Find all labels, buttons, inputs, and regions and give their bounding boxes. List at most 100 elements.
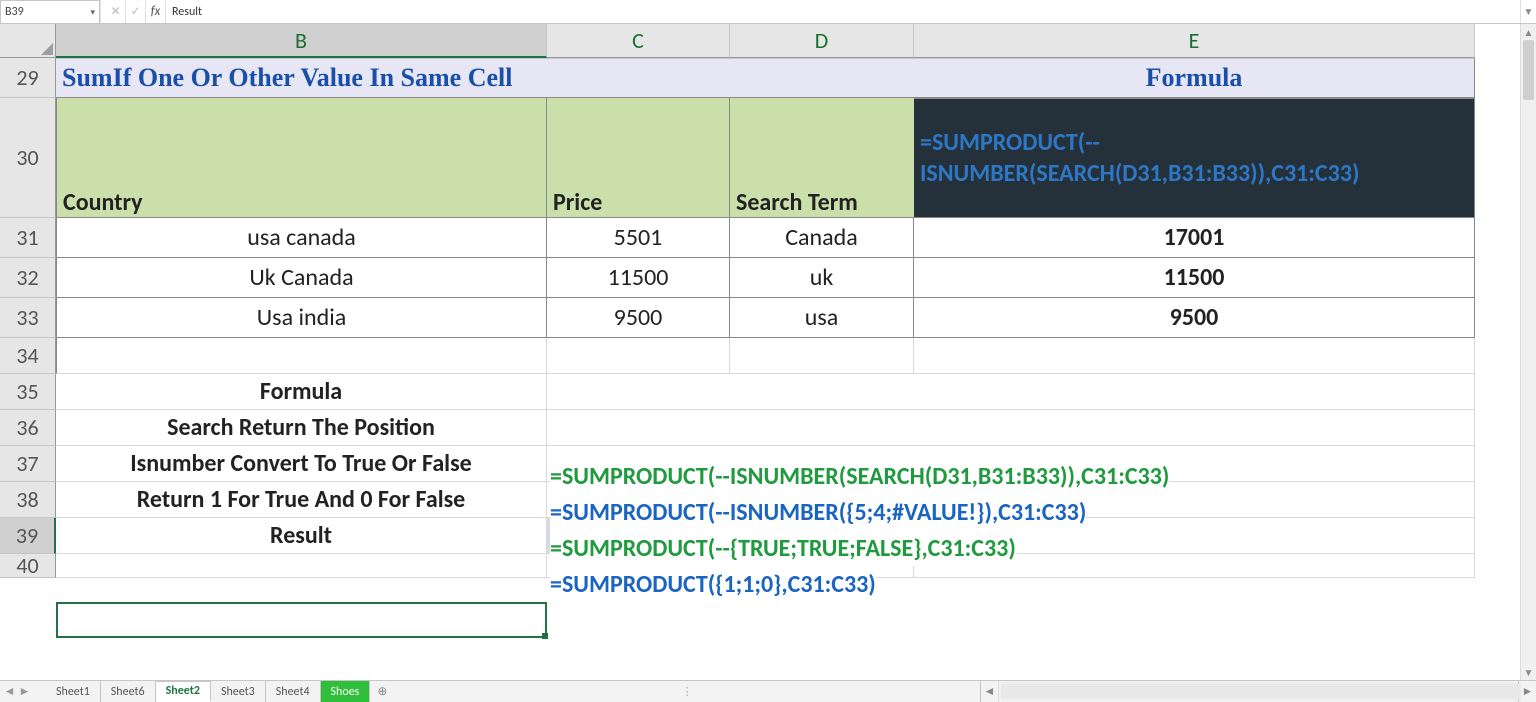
cell-B33[interactable]: Usa india (56, 298, 547, 338)
sheet-tab-label: Sheet1 (56, 685, 90, 699)
row-header-31[interactable]: 31 (0, 218, 56, 258)
cell-B29[interactable]: SumIf One Or Other Value In Same Cell (56, 58, 914, 98)
overflow-C37: =SUMPRODUCT(--{TRUE;TRUE;FALSE},C31:C33) (550, 530, 1016, 566)
cell-B32[interactable]: Uk Canada (56, 258, 547, 298)
sheet-tab-sheet2[interactable]: Sheet2 (156, 681, 211, 702)
scrollbar-thumb[interactable] (1523, 40, 1534, 100)
check-icon: ✓ (130, 4, 140, 19)
header-D: Search Term (736, 188, 858, 217)
sheet-nav-buttons[interactable]: ◄ ► (0, 681, 34, 702)
cell-B38[interactable]: Return 1 For True And 0 For False (56, 482, 547, 518)
row-header-30[interactable]: 30 (0, 98, 56, 218)
sheet-tab-sheet6[interactable]: Sheet6 (101, 681, 156, 702)
cell-E33[interactable]: 9500 (914, 298, 1475, 338)
row-header-37[interactable]: 37 (0, 446, 56, 482)
cell-D31[interactable]: Canada (730, 218, 914, 258)
formula-bar-input[interactable]: Result (166, 0, 1520, 23)
row-header-32[interactable]: 32 (0, 258, 56, 298)
cell-E34[interactable] (914, 338, 1475, 374)
expand-formula-bar-button[interactable]: ▼ (1520, 0, 1536, 23)
row-header-40[interactable]: 40 (0, 554, 56, 578)
cell-E30[interactable]: =SUMPRODUCT(--ISNUMBER(SEARCH(D31,B31:B3… (914, 98, 1475, 218)
horizontal-scrollbar[interactable] (998, 681, 1518, 702)
row-header-38[interactable]: 38 (0, 482, 56, 518)
sheet-tab-label: Shoes (331, 685, 360, 699)
cell-C35[interactable] (547, 374, 1475, 410)
column-header-B[interactable]: B (56, 24, 547, 58)
plus-icon: ⊕ (377, 684, 387, 699)
cell-B37[interactable]: Isnumber Convert To True Or False (56, 446, 547, 482)
sheet-tab-label: Sheet3 (221, 685, 255, 699)
hscroll-left-button[interactable]: ◄ (980, 681, 998, 702)
scrollbar-track[interactable] (1521, 40, 1536, 664)
hscroll-track[interactable] (1001, 684, 1521, 699)
sheet-tab-sheet4[interactable]: Sheet4 (266, 681, 321, 702)
row-header-33[interactable]: 33 (0, 298, 56, 338)
chevron-right-icon: ► (1522, 684, 1534, 699)
cell-value: 5501 (614, 223, 663, 252)
row-header-34[interactable]: 34 (0, 338, 56, 374)
row-header-36[interactable]: 36 (0, 410, 56, 446)
row-header-29[interactable]: 29 (0, 58, 56, 98)
insert-function-button[interactable]: fx (146, 0, 166, 23)
cell-B30[interactable]: Country (56, 98, 547, 218)
cell-E32[interactable]: 11500 (914, 258, 1475, 298)
cell-B34[interactable] (56, 338, 547, 374)
cell-D34[interactable] (730, 338, 914, 374)
cell-value: 9500 (614, 303, 663, 332)
title-right-text: Formula (1146, 63, 1243, 93)
cell-value: Uk Canada (249, 263, 353, 292)
sheet-tab-sheet3[interactable]: Sheet3 (211, 681, 266, 702)
sheet-tab-strip: ◄ ► Sheet1 Sheet6 Sheet2 Sheet3 Sheet4 S… (0, 680, 1536, 702)
header-B: Country (63, 188, 142, 217)
enter-formula-button[interactable]: ✓ (126, 0, 146, 23)
sheet-tab-shoes[interactable]: Shoes (321, 681, 371, 702)
cell-D33[interactable]: usa (730, 298, 914, 338)
cell-B39[interactable]: Result (56, 518, 547, 554)
chevron-left-icon: ◄ (4, 684, 16, 699)
cell-B40[interactable] (56, 554, 547, 578)
row-header-35[interactable]: 35 (0, 374, 56, 410)
cell-value: usa (805, 303, 839, 332)
chevron-down-icon[interactable]: ▾ (90, 7, 95, 18)
scroll-down-button[interactable]: ▼ (1521, 664, 1536, 680)
chevron-left-icon: ◄ (984, 684, 996, 699)
column-header-D[interactable]: D (730, 24, 914, 58)
row-header-39[interactable]: 39 (0, 518, 56, 554)
cell-value: 17001 (1164, 223, 1225, 252)
cell-C32[interactable]: 11500 (547, 258, 730, 298)
cell-value: 11500 (608, 263, 669, 292)
cell-C30[interactable]: Price (547, 98, 730, 218)
cancel-formula-button[interactable]: ✕ (106, 0, 126, 23)
select-all-corner[interactable] (0, 24, 56, 58)
cell-value: Return 1 For True And 0 For False (137, 485, 466, 514)
cell-E31[interactable]: 17001 (914, 218, 1475, 258)
sheet-tab-label: Sheet6 (111, 685, 145, 699)
cell-B36[interactable]: Search Return The Position (56, 410, 547, 446)
cell-C36[interactable] (547, 410, 1475, 446)
formula-bar-row: B39 ▾ ✕ ✓ fx Result ▼ (0, 0, 1536, 24)
cell-value: Usa india (257, 303, 346, 332)
header-C: Price (553, 188, 602, 217)
sheet-tab-sheet1[interactable]: Sheet1 (46, 681, 101, 702)
cell-B31[interactable]: usa canada (56, 218, 547, 258)
cell-D32[interactable]: uk (730, 258, 914, 298)
cell-value: Formula (260, 377, 342, 406)
column-header-E[interactable]: E (914, 24, 1475, 58)
vertical-scrollbar[interactable]: ▲ ▼ (1520, 24, 1536, 680)
scroll-up-button[interactable]: ▲ (1521, 24, 1536, 40)
cell-C34[interactable] (547, 338, 730, 374)
overflow-C38: =SUMPRODUCT({1;1;0},C31:C33) (550, 566, 876, 602)
cell-E29[interactable]: Formula (914, 58, 1475, 98)
cell-C33[interactable]: 9500 (547, 298, 730, 338)
new-sheet-button[interactable]: ⊕ (370, 681, 394, 702)
column-header-C[interactable]: C (547, 24, 730, 58)
title-text: SumIf One Or Other Value In Same Cell (62, 63, 512, 93)
cell-value: Search Return The Position (167, 413, 435, 442)
cell-B35[interactable]: Formula (56, 374, 547, 410)
cell-value: 11500 (1164, 263, 1225, 292)
chevron-down-icon: ▼ (1524, 666, 1534, 679)
cell-C31[interactable]: 5501 (547, 218, 730, 258)
cell-D30[interactable]: Search Term (730, 98, 914, 218)
name-box[interactable]: B39 ▾ (0, 0, 100, 24)
